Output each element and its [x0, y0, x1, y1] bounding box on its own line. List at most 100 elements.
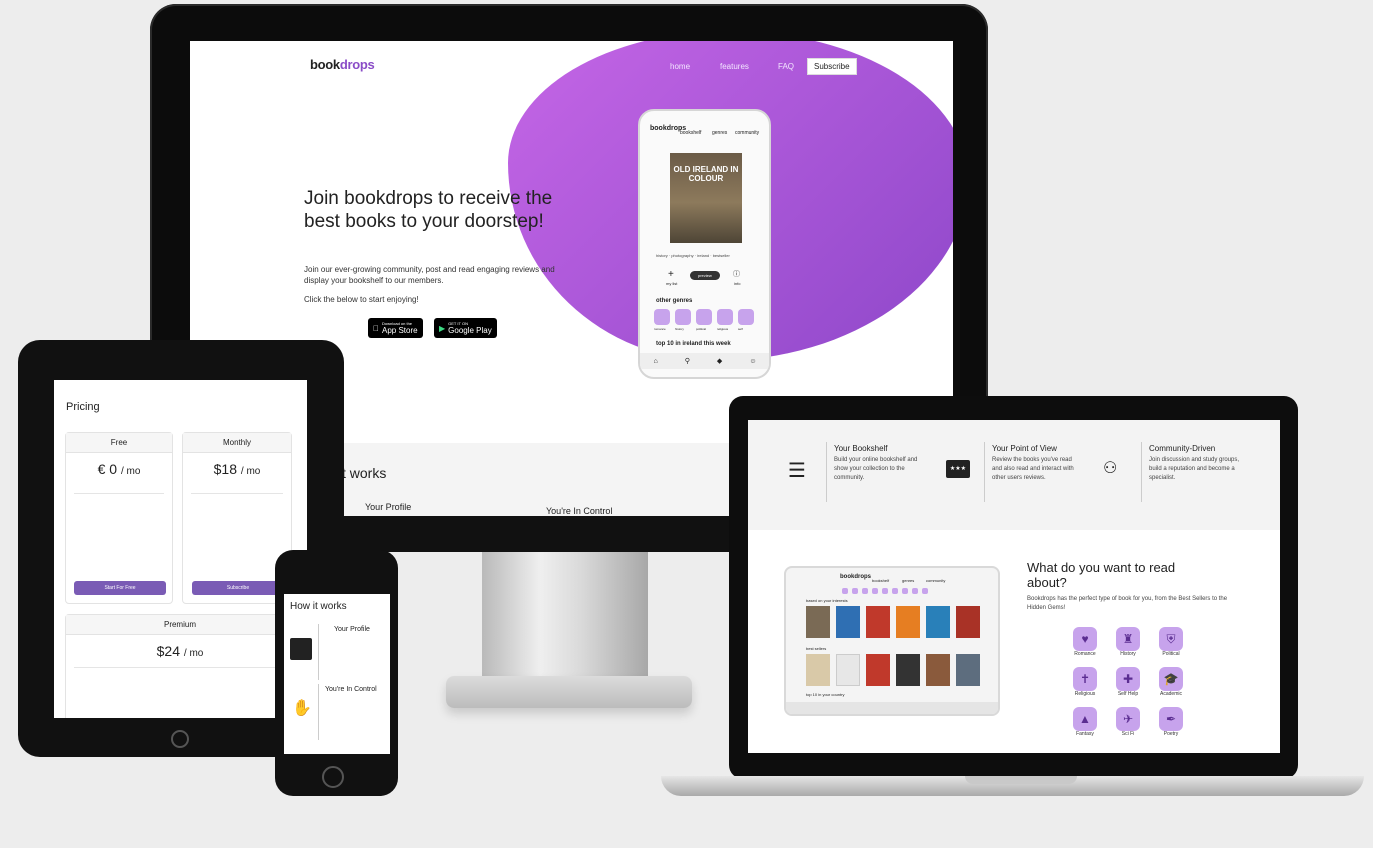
book-cover[interactable]	[836, 606, 860, 638]
book-cover[interactable]	[866, 606, 890, 638]
genre-label: Political	[1162, 651, 1180, 657]
tablet-home-button[interactable]	[171, 730, 189, 748]
genre-label: Sci Fi	[1121, 731, 1135, 737]
hero-heading: Join bookdrops to receive the best books…	[304, 188, 553, 232]
info-label: info	[734, 281, 741, 286]
ipad-tab[interactable]: genres	[902, 578, 914, 583]
start-free-button[interactable]: Start For Free	[74, 581, 166, 595]
profile-card-icon	[290, 638, 312, 660]
political-icon[interactable]: ⛨	[1159, 627, 1183, 651]
nav-faq[interactable]: FAQ	[778, 62, 794, 71]
sci-fi-icon[interactable]: ✈	[1116, 707, 1140, 731]
genres-heading: What do you want to read about?	[1027, 560, 1176, 590]
ipad-tab[interactable]: community	[926, 578, 945, 583]
genre-label: Fantasy	[1076, 731, 1094, 737]
ipad-bottom-nav	[786, 702, 998, 714]
info-icon[interactable]: ⓘ	[733, 269, 740, 279]
play-icon: ▶	[439, 323, 446, 333]
divider	[318, 624, 319, 680]
genre-political-icon[interactable]	[696, 309, 712, 325]
romance-icon[interactable]: ♥	[1073, 627, 1097, 651]
app-tab-community[interactable]: community	[735, 130, 759, 136]
genre-religious-icon[interactable]	[717, 309, 733, 325]
nav-home[interactable]: home	[670, 62, 690, 71]
ipad-row-title: top 10 in your country	[806, 692, 845, 697]
self-help-icon[interactable]: ✚	[1116, 667, 1140, 691]
phone-home-button[interactable]	[322, 766, 344, 788]
genre-label: Academic	[1160, 691, 1182, 697]
book-tags: history · photography · ireland · bestse…	[656, 253, 730, 258]
fantasy-icon[interactable]: ▲	[1073, 707, 1097, 731]
book-cover[interactable]	[926, 654, 950, 686]
google-play-badge[interactable]: ▶ GET IT ON Google Play	[434, 318, 497, 338]
feature-text: Join discussion and study groups, build …	[1149, 457, 1240, 481]
poetry-icon[interactable]: ✒	[1159, 707, 1183, 731]
app-bottom-nav: ⌂ ⚲ ◆ ☺	[640, 353, 769, 369]
book-cover[interactable]	[896, 654, 920, 686]
hand-check-icon: ✋	[292, 700, 312, 717]
history-icon[interactable]: ♜	[1116, 627, 1140, 651]
genre-label: political	[696, 327, 707, 331]
book-cover[interactable]	[926, 606, 950, 638]
app-phone-mockup: bookdrops bookshelf genres community OLD…	[638, 109, 771, 379]
item-control-title: You're In Control	[325, 686, 377, 693]
phone-screen: How it works Your Profile ✋ You're In Co…	[284, 594, 390, 754]
plan-price: $18 / mo	[213, 461, 261, 477]
featured-book-cover[interactable]: OLD IRELAND IN COLOUR	[670, 153, 742, 243]
genre-history-icon[interactable]	[675, 309, 691, 325]
community-icon: ⚇	[1103, 460, 1118, 477]
pricing-title: Pricing	[66, 401, 100, 413]
top10-title: top 10 in ireland this week	[656, 341, 731, 347]
home-icon[interactable]: ⌂	[654, 358, 658, 365]
religious-icon[interactable]: ✝	[1073, 667, 1097, 691]
ipad-tab[interactable]: bookshelf	[872, 578, 889, 583]
section-title: t works	[342, 465, 387, 481]
book-cover[interactable]	[866, 654, 890, 686]
genre-romance-icon[interactable]	[654, 309, 670, 325]
divider	[826, 442, 827, 502]
genre-self-icon[interactable]	[738, 309, 754, 325]
genre-label: Poetry	[1163, 731, 1179, 737]
genre-label: Religious	[1074, 691, 1096, 697]
book-cover[interactable]	[896, 606, 920, 638]
genre-grid: ♥ Romance ♜ History ⛨ Political ✝ Religious …	[1073, 627, 1202, 737]
nav-features[interactable]: features	[720, 62, 749, 71]
book-cover[interactable]	[836, 654, 860, 686]
subscribe-monthly-button[interactable]: Subscribe	[192, 581, 284, 595]
ipad-genre-row	[842, 588, 928, 594]
my-list-label: my list	[666, 281, 678, 286]
book-cover[interactable]	[806, 654, 830, 686]
feature-text: Review the books you've read and also re…	[992, 457, 1074, 481]
app-tab-bookshelf[interactable]: bookshelf	[680, 130, 701, 136]
subscribe-button[interactable]: Subscribe	[807, 58, 857, 75]
item-profile-title: Your Profile	[334, 626, 370, 633]
layers-icon[interactable]: ◆	[717, 357, 722, 365]
book-cover[interactable]	[956, 654, 980, 686]
other-genres-title: other genres	[656, 298, 693, 304]
plus-icon[interactable]: +	[668, 269, 674, 280]
user-icon[interactable]: ☺	[749, 358, 756, 365]
book-cover[interactable]	[956, 606, 980, 638]
plan-price: € 0 / mo	[97, 461, 141, 477]
monitor-stand-base	[446, 676, 692, 708]
feature-text: Build your online bookshelf and show you…	[834, 457, 918, 481]
section-item-profile: Your Profile	[365, 502, 412, 512]
app-tab-genres[interactable]: genres	[712, 130, 727, 136]
site-logo[interactable]: bookdrops	[310, 57, 375, 72]
tablet-screen: Pricing Free € 0 / mo Start For Free Mon…	[54, 380, 307, 718]
apple-icon: 	[373, 324, 379, 333]
ipad-logo: bookdrops	[840, 574, 871, 580]
feature-title: Community-Driven	[1149, 444, 1216, 453]
monitor-stand-neck	[482, 552, 648, 680]
app-store-badge[interactable]:  Download on theApp Store	[368, 318, 423, 338]
search-icon[interactable]: ⚲	[685, 357, 690, 365]
preview-button[interactable]: preview	[690, 271, 720, 280]
book-cover[interactable]	[806, 606, 830, 638]
divider	[984, 442, 985, 502]
hero-cta-text: Click the below to start enjoying!	[304, 295, 419, 304]
plan-name: Monthly	[183, 433, 291, 453]
hero-text: Join our ever-growing community, post an…	[304, 265, 555, 285]
academic-icon[interactable]: 🎓	[1159, 667, 1183, 691]
feature-title: Your Point of View	[992, 444, 1057, 453]
review-bubble-icon: ★★★	[946, 460, 970, 478]
